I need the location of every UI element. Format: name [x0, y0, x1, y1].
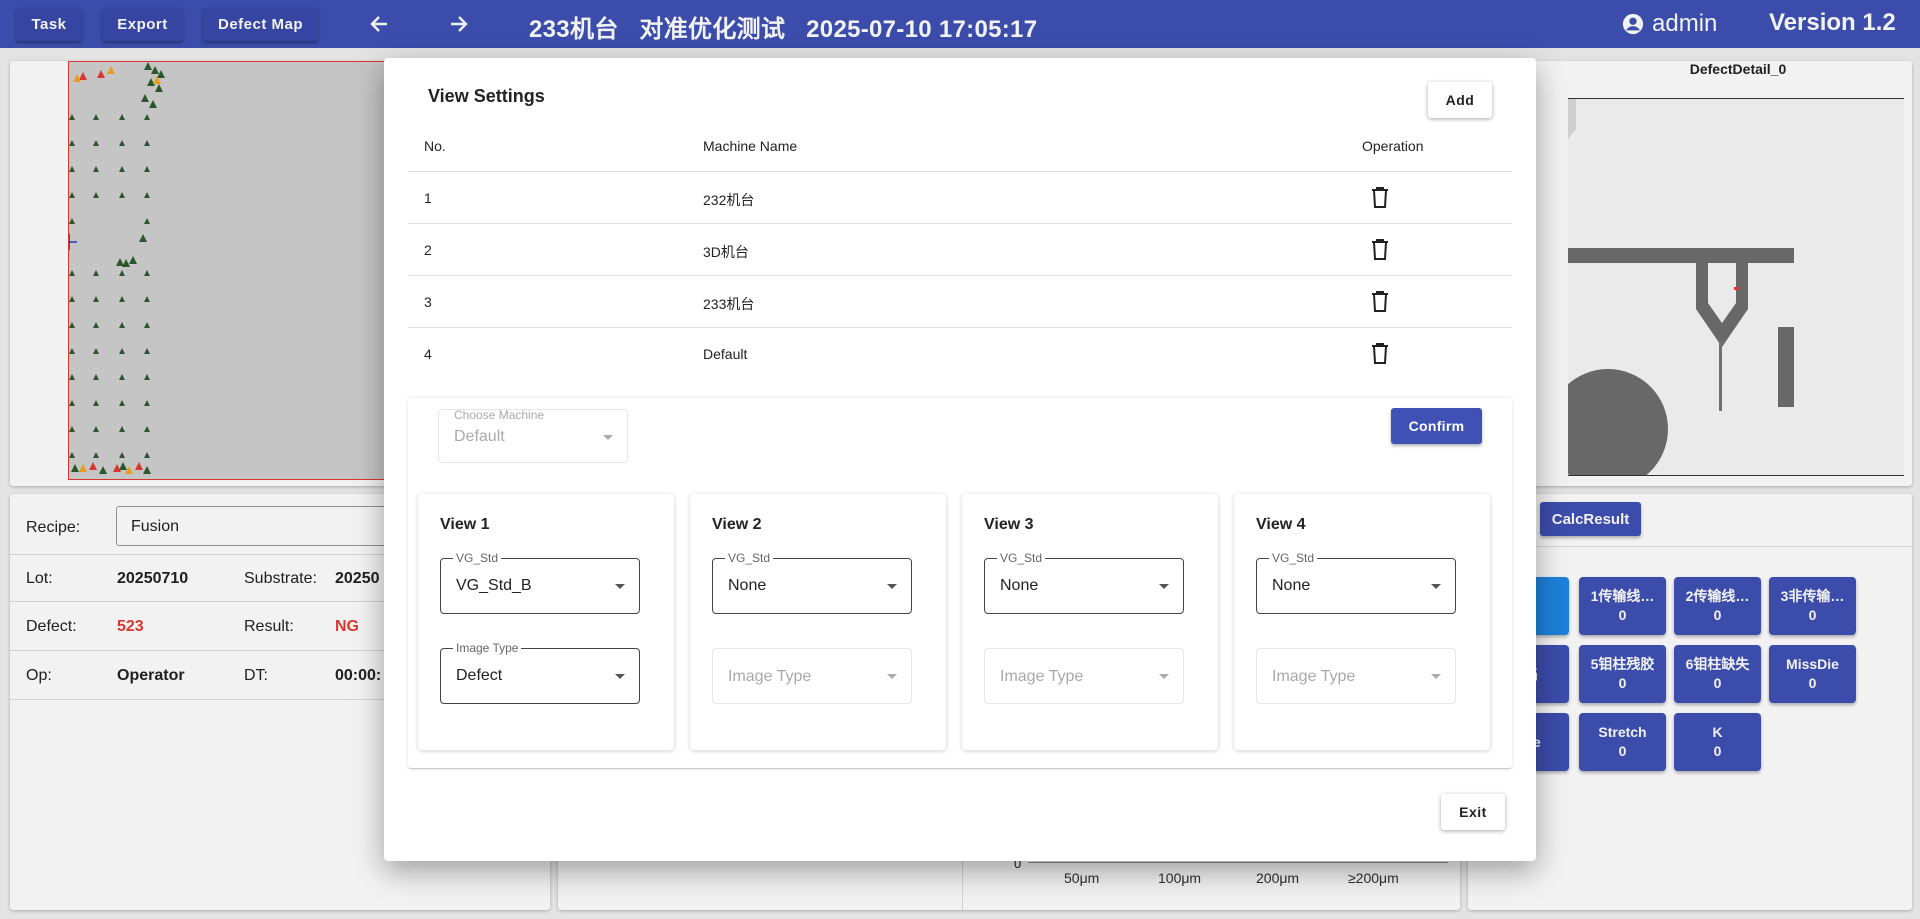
vg-std-select[interactable]: VG_Std None [984, 551, 1184, 614]
column-header-no: No. [424, 138, 446, 154]
image-type-placeholder: Image Type [1272, 668, 1356, 685]
row-no: 4 [424, 346, 432, 362]
confirm-button[interactable]: Confirm [1391, 408, 1482, 444]
view-title: View 1 [440, 516, 490, 533]
view-title: View 2 [712, 516, 762, 533]
vg-std-value: None [1000, 577, 1039, 594]
delete-icon[interactable] [1370, 342, 1390, 364]
table-row[interactable]: 1 232机台 [408, 172, 1512, 224]
add-button[interactable]: Add [1428, 82, 1492, 118]
vg-std-value: None [728, 577, 767, 594]
image-type-label: Image Type [453, 641, 522, 655]
row-no: 2 [424, 242, 432, 258]
table-row[interactable]: 3 233机台 [408, 276, 1512, 328]
table-header: No. Machine Name Operation [408, 120, 1512, 172]
vg-std-select[interactable]: VG_Std None [1256, 551, 1456, 614]
chevron-down-icon [887, 584, 897, 589]
image-type-value: Defect [456, 667, 503, 684]
image-type-select[interactable]: Image Type Defect [440, 641, 640, 704]
view-card-2: View 2 VG_Std None Image Type [690, 494, 946, 750]
choose-machine-value: Default [454, 428, 505, 445]
delete-icon[interactable] [1370, 186, 1390, 208]
choose-machine-select[interactable]: Choose Machine Default [438, 408, 628, 463]
chevron-down-icon [1431, 674, 1441, 679]
chevron-down-icon [1159, 674, 1169, 679]
vg-std-label: VG_Std [725, 551, 774, 565]
delete-icon[interactable] [1370, 290, 1390, 312]
chevron-down-icon [1431, 584, 1441, 589]
row-no: 3 [424, 294, 432, 310]
image-type-select[interactable]: Image Type [1256, 648, 1456, 704]
row-machine-name: 233机台 [703, 296, 755, 312]
column-header-operation: Operation [1362, 138, 1424, 154]
vg-std-label: VG_Std [1269, 551, 1318, 565]
vg-std-label: VG_Std [997, 551, 1046, 565]
dialog-title: View Settings [428, 86, 545, 106]
vg-std-select[interactable]: VG_Std VG_Std_B [440, 551, 640, 614]
view-card-4: View 4 VG_Std None Image Type [1234, 494, 1490, 750]
image-type-select[interactable]: Image Type [712, 648, 912, 704]
view-card-1: View 1 VG_Std VG_Std_B Image Type Defect [418, 494, 674, 750]
view-title: View 3 [984, 516, 1034, 533]
column-header-machine: Machine Name [703, 138, 798, 154]
table-row[interactable]: 2 3D机台 [408, 224, 1512, 276]
choose-machine-label: Choose Machine [454, 408, 545, 422]
exit-button[interactable]: Exit [1441, 794, 1505, 830]
row-machine-name: 3D机台 [703, 244, 749, 260]
chevron-down-icon [887, 674, 897, 679]
row-machine-name: Default [703, 346, 748, 362]
vg-std-value: VG_Std_B [456, 577, 532, 594]
chevron-down-icon [1159, 584, 1169, 589]
image-type-placeholder: Image Type [1000, 668, 1084, 685]
image-type-placeholder: Image Type [728, 668, 812, 685]
view-settings-dialog: View Settings Add No. Machine Name Opera… [384, 58, 1536, 861]
chevron-down-icon [615, 584, 625, 589]
machine-table: No. Machine Name Operation 1 232机台 2 3D机… [408, 120, 1512, 380]
vg-std-value: None [1272, 577, 1311, 594]
vg-std-select[interactable]: VG_Std None [712, 551, 912, 614]
image-type-select[interactable]: Image Type [984, 648, 1184, 704]
view-card-3: View 3 VG_Std None Image Type [962, 494, 1218, 750]
row-machine-name: 232机台 [703, 192, 755, 208]
view-title: View 4 [1256, 516, 1306, 533]
chevron-down-icon [615, 674, 625, 679]
vg-std-label: VG_Std [453, 551, 502, 565]
table-row[interactable]: 4 Default [408, 328, 1512, 380]
delete-icon[interactable] [1370, 238, 1390, 260]
row-no: 1 [424, 190, 432, 206]
chevron-down-icon [603, 435, 613, 440]
